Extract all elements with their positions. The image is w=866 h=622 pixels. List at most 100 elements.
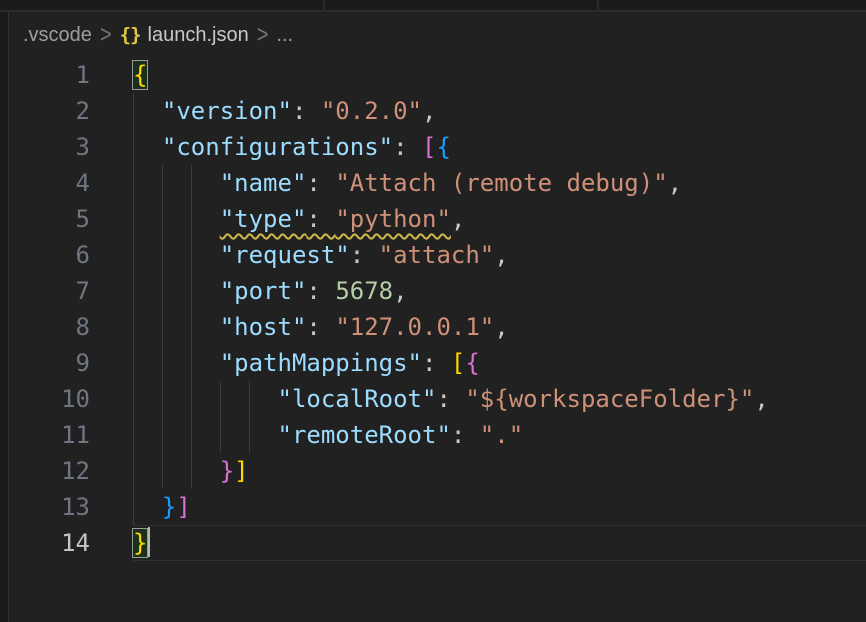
code-content: { xyxy=(133,57,866,93)
breadcrumb-symbol[interactable]: ... xyxy=(276,24,293,47)
tab-bar[interactable] xyxy=(0,0,866,12)
code-content: }] xyxy=(133,453,866,489)
indent-guide xyxy=(162,309,163,345)
indent-guide xyxy=(191,345,192,381)
code-content: "type": "python", xyxy=(133,201,866,237)
code-editor[interactable]: 1{2 "version": "0.2.0",3 "configurations… xyxy=(9,57,866,622)
line-number[interactable]: 10 xyxy=(9,381,133,417)
token: "port" xyxy=(220,277,307,305)
warning-squiggle: "type": "python" xyxy=(220,205,451,233)
indent-guide xyxy=(162,453,163,489)
indent-guide xyxy=(220,417,221,453)
line-number[interactable]: 7 xyxy=(9,273,133,309)
token: } xyxy=(220,457,234,485)
indent-guide xyxy=(133,453,134,489)
line-number[interactable]: 3 xyxy=(9,129,133,165)
code-line-13[interactable]: 13 }] xyxy=(9,489,866,525)
code-line-8[interactable]: 8 "host": "127.0.0.1", xyxy=(9,309,866,345)
tab-separator xyxy=(597,0,599,10)
token: "version" xyxy=(162,97,292,125)
token: : xyxy=(451,421,480,449)
token: { xyxy=(465,349,479,377)
token: ] xyxy=(176,493,190,521)
line-number[interactable]: 11 xyxy=(9,417,133,453)
line-number[interactable]: 9 xyxy=(9,345,133,381)
indent-guide xyxy=(133,489,134,525)
token: "python" xyxy=(335,205,451,233)
line-number[interactable]: 1 xyxy=(9,57,133,93)
token: { xyxy=(436,133,450,161)
code-line-2[interactable]: 2 "version": "0.2.0", xyxy=(9,93,866,129)
indent-guide xyxy=(249,417,250,453)
indent-guide xyxy=(191,453,192,489)
indent-guide xyxy=(191,381,192,417)
indent-guide xyxy=(133,309,134,345)
indent-guide xyxy=(133,345,134,381)
line-number[interactable]: 12 xyxy=(9,453,133,489)
token: : xyxy=(306,169,335,197)
indent-guide xyxy=(162,237,163,273)
breadcrumb-folder[interactable]: .vscode xyxy=(23,24,92,47)
token: , xyxy=(422,97,436,125)
token: "localRoot" xyxy=(278,385,437,413)
line-number[interactable]: 2 xyxy=(9,93,133,129)
indent-guide xyxy=(220,381,221,417)
code-line-14[interactable]: 14} xyxy=(9,525,866,561)
line-number[interactable]: 6 xyxy=(9,237,133,273)
line-number[interactable]: 5 xyxy=(9,201,133,237)
indent-guide xyxy=(162,201,163,237)
code-content: } xyxy=(133,525,866,561)
indent-guide xyxy=(162,345,163,381)
token: "127.0.0.1" xyxy=(335,313,494,341)
indent-guide xyxy=(191,237,192,273)
token: , xyxy=(754,385,768,413)
token: } xyxy=(162,493,176,521)
matched-bracket: } xyxy=(133,529,147,557)
indent-guide xyxy=(133,201,134,237)
code-line-6[interactable]: 6 "request": "attach", xyxy=(9,237,866,273)
token: "pathMappings" xyxy=(220,349,422,377)
code-line-1[interactable]: 1{ xyxy=(9,57,866,93)
code-content: "version": "0.2.0", xyxy=(133,93,866,129)
line-number[interactable]: 13 xyxy=(9,489,133,525)
indent-guide xyxy=(191,201,192,237)
code-content: "name": "Attach (remote debug)", xyxy=(133,165,866,201)
token: : xyxy=(306,313,335,341)
chevron-right-icon: > xyxy=(257,21,269,50)
code-line-12[interactable]: 12 }] xyxy=(9,453,866,489)
token: 5678 xyxy=(335,277,393,305)
token: "attach" xyxy=(379,241,495,269)
indent-guide xyxy=(133,165,134,201)
token: "0.2.0" xyxy=(321,97,422,125)
code-line-7[interactable]: 7 "port": 5678, xyxy=(9,273,866,309)
indent-guide xyxy=(191,417,192,453)
code-line-11[interactable]: 11 "remoteRoot": "." xyxy=(9,417,866,453)
token: ] xyxy=(234,457,248,485)
token: "." xyxy=(480,421,523,449)
token: "${workspaceFolder}" xyxy=(465,385,754,413)
indent-guide xyxy=(191,309,192,345)
json-braces-icon: {} xyxy=(120,24,141,46)
token: [ xyxy=(422,133,436,161)
token: "request" xyxy=(220,241,350,269)
line-number[interactable]: 4 xyxy=(9,165,133,201)
code-content: "port": 5678, xyxy=(133,273,866,309)
code-line-3[interactable]: 3 "configurations": [{ xyxy=(9,129,866,165)
code-line-9[interactable]: 9 "pathMappings": [{ xyxy=(9,345,866,381)
indent-guide xyxy=(133,237,134,273)
indent-guide xyxy=(162,381,163,417)
indent-guide xyxy=(191,273,192,309)
code-line-10[interactable]: 10 "localRoot": "${workspaceFolder}", xyxy=(9,381,866,417)
token: : xyxy=(350,241,379,269)
token: , xyxy=(494,241,508,269)
token: , xyxy=(393,277,407,305)
line-number[interactable]: 14 xyxy=(9,525,133,561)
token: , xyxy=(668,169,682,197)
code-line-5[interactable]: 5 "type": "python", xyxy=(9,201,866,237)
breadcrumb-file[interactable]: launch.json xyxy=(148,24,249,47)
code-content: "pathMappings": [{ xyxy=(133,345,866,381)
line-number[interactable]: 8 xyxy=(9,309,133,345)
breadcrumb: .vscode > {} launch.json > ... xyxy=(9,14,866,56)
code-line-4[interactable]: 4 "name": "Attach (remote debug)", xyxy=(9,165,866,201)
chevron-right-icon: > xyxy=(100,21,112,50)
